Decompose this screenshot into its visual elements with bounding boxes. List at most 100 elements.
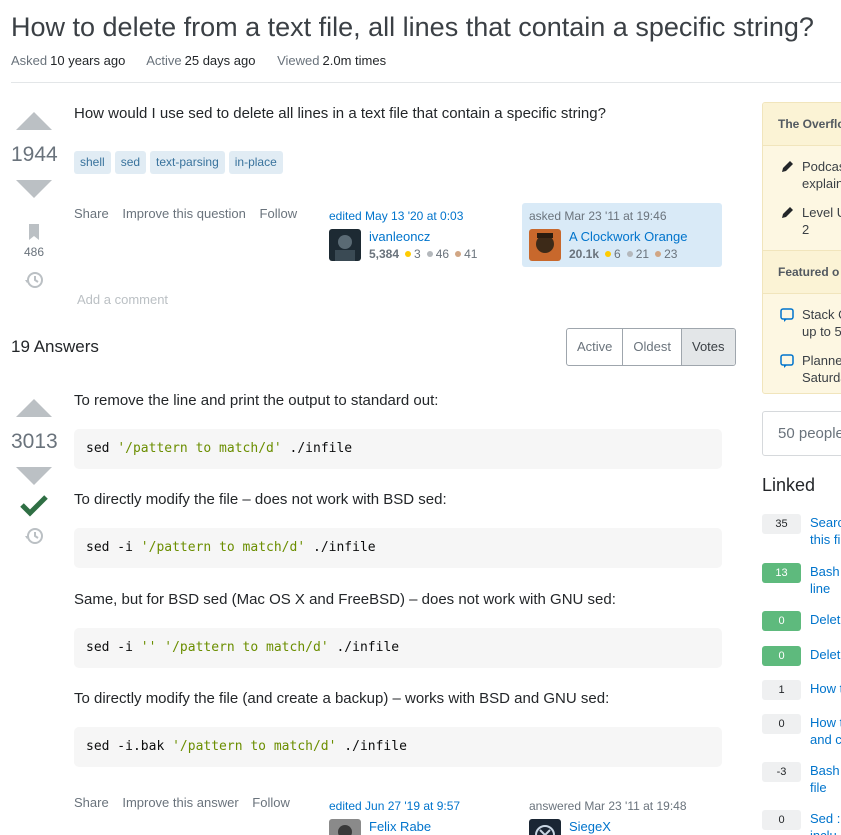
linked-title[interactable]: Searc this fi [810,514,841,548]
silver-badge-icon [626,251,633,257]
featured-item-line-1[interactable]: Stack O [802,307,841,322]
bronze-count: 23 [664,247,678,261]
blog-item-line-2[interactable]: explain [802,176,841,191]
answer-editor-signature: edited Jun 27 '19 at 9:57 Felix Rabe [322,793,522,835]
add-comment-link[interactable]: Add a comment [77,292,168,307]
avatar[interactable] [329,229,361,261]
linked-item[interactable]: 13 Bash line [762,563,840,597]
editor-reputation: 5,384 3 46 41 [369,247,483,261]
answer-paragraph-4: To directly modify the file (and create … [74,690,610,707]
answer-score: 3013 [11,430,58,453]
linked-item[interactable]: 0 Delet [762,611,840,631]
overflow-blog-widget: The Overflo Podcas explain Level U 2 Featu… [762,102,841,394]
sort-tab-oldest[interactable]: Oldest [623,329,682,365]
rep-score: 5,384 [369,247,400,261]
owner-name[interactable]: A Clockwork Orange [569,229,688,245]
featured-item-line-2[interactable]: up to 5 [802,324,841,339]
blog-item-line-1[interactable]: Level U [802,205,841,220]
share-link[interactable]: Share [74,206,109,221]
asked-value: 10 years ago [50,53,126,68]
featured-item[interactable]: Planne Saturda [763,340,841,386]
active-value[interactable]: 25 days ago [185,53,256,68]
linked-score: 1 [762,680,801,700]
linked-item[interactable]: 0 How t and c [762,714,841,748]
editor-name[interactable]: Felix Rabe [369,819,431,835]
linked-score: 0 [762,646,801,666]
linked-item[interactable]: -3 Bash file [762,762,840,796]
asked-timestamp: asked Mar 23 '11 at 19:46 [529,209,667,223]
gold-count: 6 [614,247,621,261]
blog-header: The Overflo [763,103,841,146]
linked-score: 35 [762,514,801,534]
answered-timestamp: answered Mar 23 '11 at 19:48 [529,799,687,813]
linked-item[interactable]: 0 Sed :inclu [762,810,840,835]
linked-item[interactable]: 0 Delet [762,646,840,666]
title-divider [11,82,841,83]
featured-item-line-1[interactable]: Planne [802,353,841,368]
edited-timestamp[interactable]: edited May 13 '20 at 0:03 [329,209,515,223]
question-tags: shell sed text-parsing in-place [74,151,283,174]
history-icon[interactable] [24,271,44,289]
linked-title[interactable]: Delet [810,646,840,666]
downvote-button[interactable] [16,467,52,485]
sort-tab-votes[interactable]: Votes [681,329,735,365]
viewed-label: Viewed [277,53,320,68]
bronze-badge-icon [655,251,662,257]
blog-item[interactable]: Level U 2 [763,192,841,238]
answer-owner-signature: answered Mar 23 '11 at 19:48 SiegeX [522,793,722,835]
answer-paragraph-3: Same, but for BSD sed (Mac OS X and Free… [74,591,616,608]
silver-count: 46 [435,247,450,261]
linked-header: Linked [762,475,816,495]
follow-link[interactable]: Follow [260,206,298,221]
blog-item[interactable]: Podcas explain [763,146,841,192]
improve-question-link[interactable]: Improve this question [122,206,246,221]
question-title[interactable]: How to delete from a text file, all line… [11,10,814,44]
linked-score: -3 [762,762,801,782]
follow-link[interactable]: Follow [252,795,290,810]
pencil-icon [782,207,793,218]
question-post-menu: Share Improve this question Follow [74,206,307,221]
featured-item[interactable]: Stack O up to 5 [763,294,841,340]
improve-answer-link[interactable]: Improve this answer [122,795,238,810]
asked-label: Asked [11,53,48,68]
bookmark-icon[interactable] [27,223,41,241]
avatar[interactable] [329,819,361,835]
upvote-button[interactable] [16,112,52,130]
code-block-3: sed -i '' '/pattern to match/d' ./infile [74,628,722,668]
linked-title[interactable]: How t and c [810,714,841,748]
sort-tab-active[interactable]: Active [567,329,624,365]
history-icon[interactable] [24,527,44,545]
tag-shell[interactable]: shell [74,151,111,174]
upvote-button[interactable] [16,399,52,417]
tag-sed[interactable]: sed [114,151,147,174]
linked-score: 0 [762,810,801,830]
editor-name[interactable]: ivanleoncz [369,229,483,245]
blog-item-line-1[interactable]: Podcas [802,159,841,174]
linked-title[interactable]: How t [810,680,841,700]
tag-in-place[interactable]: in-place [228,151,283,174]
chat-icon [780,354,794,368]
linked-item[interactable]: 1 How t [762,680,841,700]
avatar[interactable] [529,819,561,835]
question-meta: Asked 10 years ago Active 25 days ago View… [11,53,404,68]
featured-item-line-2[interactable]: Saturda [802,370,841,385]
silver-count: 21 [635,247,650,261]
linked-title[interactable]: Bash file [810,762,840,796]
linked-title[interactable]: Sed :inclu [810,810,840,835]
answer-paragraph-2: To directly modify the file – does not w… [74,491,447,508]
linked-score: 0 [762,714,801,734]
owner-name[interactable]: SiegeX [569,819,611,835]
edited-timestamp[interactable]: edited Jun 27 '19 at 9:57 [329,799,515,813]
chat-icon [780,308,794,322]
blog-item-line-2[interactable]: 2 [802,222,809,237]
linked-title[interactable]: Bash line [810,563,840,597]
downvote-button[interactable] [16,180,52,198]
tag-text-parsing[interactable]: text-parsing [150,151,225,174]
bookmark-count: 486 [23,245,45,259]
avatar[interactable] [529,229,561,261]
question-score: 1944 [11,143,58,166]
linked-title[interactable]: Delet [810,611,840,631]
share-link[interactable]: Share [74,795,109,810]
linked-item[interactable]: 35 Searc this fi [762,514,841,548]
code-block-1: sed '/pattern to match/d' ./infile [74,429,722,469]
